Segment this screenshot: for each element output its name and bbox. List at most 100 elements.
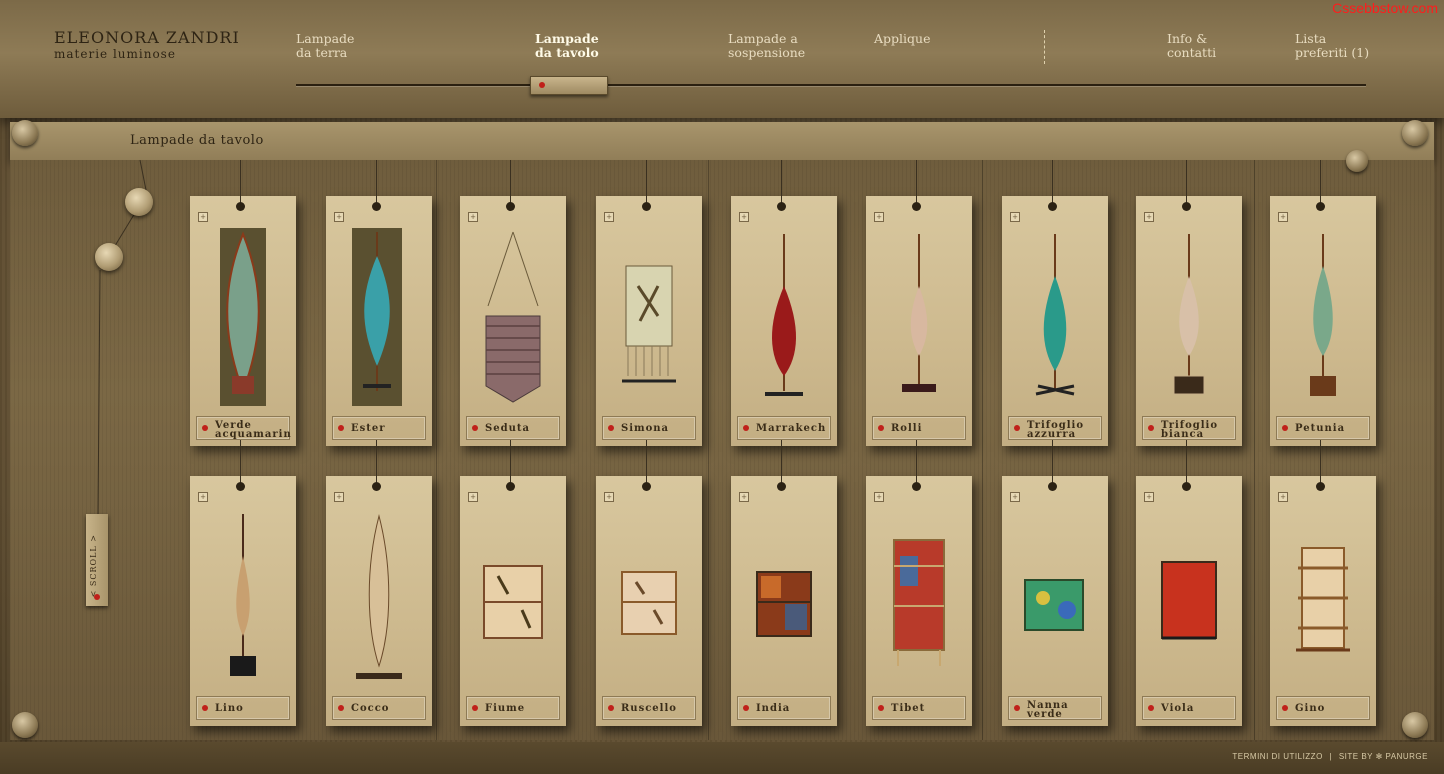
lamp-image (1296, 547, 1350, 652)
screw-icon (1346, 150, 1368, 172)
product-card[interactable]: + Ester (326, 160, 432, 446)
lamp-image (1173, 234, 1205, 395)
scroll-button[interactable]: < SCROLL > (86, 514, 108, 606)
add-favorite-icon[interactable]: + (468, 212, 478, 222)
add-favorite-icon[interactable]: + (334, 492, 344, 502)
product-name: Ruscello (621, 703, 677, 714)
product-name: Seduta (485, 423, 530, 434)
add-favorite-icon[interactable]: + (1144, 492, 1154, 502)
red-dot-icon (608, 705, 614, 711)
brand-logo[interactable]: ELEONORA ZANDRI materie luminose (54, 28, 240, 61)
product-card[interactable]: + Viola (1136, 440, 1242, 726)
add-favorite-icon[interactable]: + (334, 212, 344, 222)
product-name: Verde acquamarin (215, 420, 292, 440)
nav-applique[interactable]: Applique (874, 32, 930, 46)
red-dot-icon (608, 425, 614, 431)
product-card[interactable]: + Tibet (866, 440, 972, 726)
product-name: Viola (1161, 703, 1195, 714)
red-dot-icon (338, 705, 344, 711)
product-card[interactable]: + Fiume (460, 440, 566, 726)
product-card[interactable]: + Seduta (460, 160, 566, 446)
product-card[interactable]: + Trifoglio bianca (1136, 160, 1242, 446)
add-favorite-icon[interactable]: + (1144, 212, 1154, 222)
panel-divider (982, 160, 983, 740)
lamp-image (1310, 234, 1336, 396)
product-name: Simona (621, 423, 670, 434)
red-dot-icon (1282, 705, 1288, 711)
add-favorite-icon[interactable]: + (1010, 492, 1020, 502)
add-favorite-icon[interactable]: + (739, 492, 749, 502)
hanger-knob-icon (125, 188, 153, 216)
header: ELEONORA ZANDRI materie luminose Lampade… (0, 0, 1444, 118)
product-name: Lino (215, 703, 244, 714)
product-card[interactable]: + Petunia (1270, 160, 1376, 446)
red-dot-icon (539, 82, 545, 88)
add-favorite-icon[interactable]: + (198, 212, 208, 222)
red-dot-icon (94, 594, 100, 600)
site-by-link[interactable]: SITE BY ✻ PANURGE (1339, 752, 1428, 761)
add-favorite-icon[interactable]: + (604, 212, 614, 222)
product-card[interactable]: + Nanna verde (1002, 440, 1108, 726)
add-favorite-icon[interactable]: + (1278, 492, 1288, 502)
add-favorite-icon[interactable]: + (874, 212, 884, 222)
nav-lista-preferiti[interactable]: Lista preferiti (1) (1295, 32, 1369, 60)
screw-icon (1402, 712, 1428, 738)
red-dot-icon (1148, 425, 1154, 431)
lamp-image (622, 265, 676, 383)
hanger-knob-icon (95, 243, 123, 271)
red-dot-icon (472, 425, 478, 431)
add-favorite-icon[interactable]: + (1278, 212, 1288, 222)
screw-icon (1402, 120, 1428, 146)
red-dot-icon (878, 705, 884, 711)
product-card[interactable]: + Marrakech (731, 160, 837, 446)
lamp-image (352, 228, 402, 406)
lamp-image (230, 514, 256, 676)
nav-lampade-a-sospensione[interactable]: Lampade a sospensione (728, 32, 805, 60)
product-card[interactable]: + Trifoglio azzurra (1002, 160, 1108, 446)
product-card[interactable]: + India (731, 440, 837, 726)
product-card[interactable]: + Lino (190, 440, 296, 726)
add-favorite-icon[interactable]: + (1010, 212, 1020, 222)
add-favorite-icon[interactable]: + (198, 492, 208, 502)
product-name: Fiume (485, 703, 526, 714)
red-dot-icon (878, 425, 884, 431)
nav-info-contatti[interactable]: Info & contatti (1167, 32, 1216, 60)
red-dot-icon (1148, 705, 1154, 711)
brand-name: ELEONORA ZANDRI (54, 28, 240, 47)
nav-divider (1044, 30, 1045, 64)
product-card[interactable]: + Rolli (866, 160, 972, 446)
lamp-image (1024, 579, 1084, 631)
nav-lampade-da-tavolo[interactable]: Lampade da tavolo (535, 32, 599, 60)
lamp-image (902, 234, 936, 392)
nav-slider-handle[interactable] (530, 76, 608, 95)
add-favorite-icon[interactable]: + (604, 492, 614, 502)
add-favorite-icon[interactable]: + (874, 492, 884, 502)
red-dot-icon (1014, 425, 1020, 431)
add-favorite-icon[interactable]: + (739, 212, 749, 222)
red-dot-icon (202, 425, 208, 431)
product-name: Nanna verde (1027, 700, 1069, 720)
product-name: Rolli (891, 423, 923, 434)
terms-link[interactable]: TERMINI DI UTILIZZO (1232, 752, 1322, 761)
product-name: Tibet (891, 703, 926, 714)
product-name: Gino (1295, 703, 1326, 714)
lamp-image (220, 228, 266, 406)
product-card[interactable]: + Verde acquamarin (190, 160, 296, 446)
red-dot-icon (472, 705, 478, 711)
lamp-image (1035, 234, 1075, 396)
watermark: Cssebbstow.com (1332, 0, 1438, 16)
product-card[interactable]: + Ruscello (596, 440, 702, 726)
nav-slider-track[interactable] (296, 84, 1366, 86)
panel-divider (436, 160, 437, 740)
product-card[interactable]: + Simona (596, 160, 702, 446)
product-name: Cocco (351, 703, 390, 714)
add-favorite-icon[interactable]: + (468, 492, 478, 502)
product-card[interactable]: + Cocco (326, 440, 432, 726)
panel-divider (1254, 160, 1255, 740)
brand-subtitle: materie luminose (54, 47, 176, 61)
lamp-image (1161, 561, 1217, 640)
section-title: Lampade da tavolo (130, 133, 264, 148)
nav-lampade-da-terra[interactable]: Lampade da terra (296, 32, 354, 60)
product-card[interactable]: + Gino (1270, 440, 1376, 726)
red-dot-icon (743, 425, 749, 431)
